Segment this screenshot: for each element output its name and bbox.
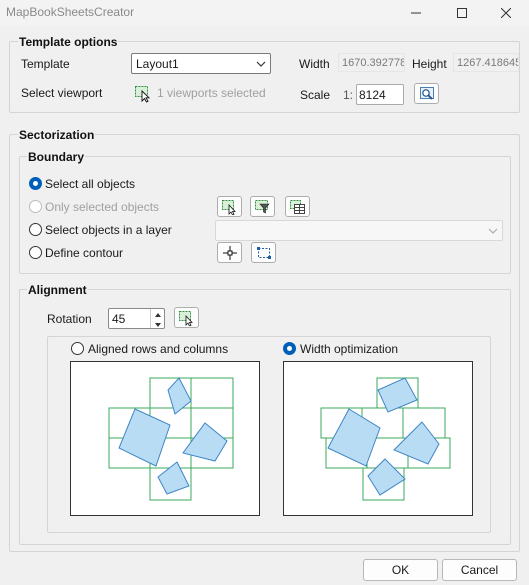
template-label: Template	[21, 57, 70, 71]
width-value: 1670.392778	[338, 53, 405, 72]
sectorization-label: Sectorization	[18, 128, 96, 142]
radio-define-contour-label[interactable]: Define contour	[45, 246, 123, 260]
filter-selection-button[interactable]	[250, 196, 275, 217]
draw-contour-button[interactable]	[251, 242, 276, 263]
radio-only-selected-label[interactable]: Only selected objects	[45, 200, 159, 214]
template-options-group	[9, 41, 520, 113]
title-bar: MapBookSheetsCreator	[0, 0, 529, 26]
template-value: Layout1	[136, 57, 179, 71]
aligned-rows-preview	[70, 361, 260, 516]
scale-value: 8124	[359, 88, 386, 102]
radio-objects-in-layer-label[interactable]: Select objects in a layer	[45, 223, 172, 237]
radio-objects-in-layer[interactable]	[29, 223, 42, 236]
pick-rotation-icon	[178, 310, 193, 326]
template-combo[interactable]: Layout1	[131, 53, 271, 74]
select-by-table-button[interactable]	[285, 196, 310, 217]
table-icon	[289, 199, 305, 214]
scale-input[interactable]: 8124	[356, 84, 404, 105]
window-title: MapBookSheetsCreator	[6, 5, 135, 19]
width-label: Width	[299, 57, 330, 71]
magnifier-icon	[419, 86, 434, 100]
viewport-status: 1 viewports selected	[157, 86, 266, 100]
rotation-down-button[interactable]	[150, 319, 164, 328]
radio-only-selected[interactable]	[29, 200, 42, 213]
radio-aligned-rows-label[interactable]: Aligned rows and columns	[88, 342, 228, 356]
width-optimization-preview	[283, 361, 473, 516]
filter-icon	[254, 199, 270, 213]
rotation-stepper[interactable]: 45	[108, 308, 165, 329]
width-optimization-diagram	[320, 377, 451, 501]
rotation-label: Rotation	[47, 312, 92, 326]
chevron-down-icon	[256, 61, 266, 67]
pick-rotation-button[interactable]	[174, 307, 199, 328]
minimize-icon	[411, 12, 421, 14]
rotation-value: 45	[112, 312, 126, 326]
close-icon	[501, 8, 511, 18]
template-options-label: Template options	[18, 35, 119, 49]
radio-select-all[interactable]	[29, 177, 42, 190]
pick-point-button[interactable]	[217, 242, 242, 263]
maximize-icon	[457, 8, 467, 18]
cancel-button[interactable]: Cancel	[442, 559, 517, 581]
radio-width-optimization-label[interactable]: Width optimization	[300, 342, 398, 356]
alignment-label: Alignment	[27, 283, 88, 297]
close-button[interactable]	[483, 0, 529, 26]
radio-define-contour[interactable]	[29, 246, 42, 259]
select-viewport-label: Select viewport	[21, 86, 103, 100]
rotation-up-button[interactable]	[150, 309, 164, 319]
chevron-down-icon	[488, 228, 498, 234]
select-viewport-button[interactable]	[133, 83, 153, 103]
ok-button[interactable]: OK	[363, 559, 438, 581]
boundary-label: Boundary	[27, 150, 86, 164]
scale-label: Scale	[300, 88, 331, 102]
aligned-rows-diagram	[108, 377, 234, 501]
height-label: Height	[412, 57, 447, 71]
select-objects-button[interactable]	[217, 196, 242, 217]
zoom-scale-button[interactable]	[414, 83, 439, 104]
maximize-button[interactable]	[439, 0, 485, 26]
radio-aligned-rows[interactable]	[71, 342, 84, 355]
select-viewport-icon	[135, 86, 151, 103]
contour-icon	[256, 246, 271, 259]
radio-select-all-label[interactable]: Select all objects	[45, 177, 135, 191]
arrow-down-icon	[155, 323, 161, 327]
crosshair-icon	[222, 245, 237, 260]
radio-width-optimization[interactable]	[283, 342, 296, 355]
minimize-button[interactable]	[393, 0, 439, 26]
layer-combo[interactable]	[215, 220, 503, 241]
scale-prefix: 1:	[343, 88, 354, 102]
height-value: 1267.418645	[453, 53, 519, 72]
select-objects-icon	[221, 199, 236, 215]
